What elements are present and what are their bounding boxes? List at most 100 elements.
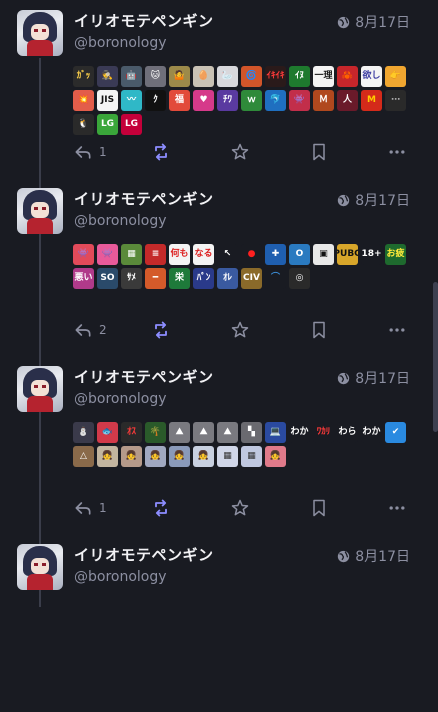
- date-label: 8月17日: [355, 549, 410, 565]
- custom-emoji: CIV: [241, 268, 262, 289]
- custom-emoji: 栄: [169, 268, 190, 289]
- custom-emoji: ▣: [313, 244, 334, 265]
- status-post[interactable]: イリオモテペンギン @boronology 8月17日 ｶﾞｯ 🕵 🤖 🐱 🤷 🥚 🦢 🌀 ｲｷ…: [0, 0, 438, 178]
- avatar[interactable]: [17, 366, 63, 412]
- post-timestamp[interactable]: 8月17日: [337, 368, 410, 388]
- action-bar: 1: [73, 140, 413, 164]
- account-handle[interactable]: @boronology: [74, 391, 167, 407]
- boost-button[interactable]: [151, 140, 171, 164]
- custom-emoji: ⛄: [73, 422, 94, 443]
- custom-emoji: 🤖: [121, 66, 142, 87]
- custom-emoji: 👧: [97, 446, 118, 467]
- custom-emoji: SO: [97, 268, 118, 289]
- custom-emoji: ｲｷｲｷ: [265, 66, 286, 87]
- custom-emoji: 👾: [97, 244, 118, 265]
- custom-emoji: 🦀: [337, 66, 358, 87]
- custom-emoji: ﾁﾜ: [217, 90, 238, 111]
- reply-button[interactable]: 1: [73, 140, 107, 164]
- boost-icon: [155, 321, 167, 339]
- custom-emoji: ♥: [193, 90, 214, 111]
- custom-emoji: わか: [361, 422, 382, 443]
- globe-icon: [338, 550, 350, 562]
- more-button[interactable]: [387, 496, 407, 520]
- post-timestamp[interactable]: 8月17日: [337, 546, 410, 566]
- display-name[interactable]: イリオモテペンギン: [74, 188, 214, 209]
- custom-emoji: 👧: [121, 446, 142, 467]
- avatar[interactable]: [17, 10, 63, 56]
- account-handle[interactable]: @boronology: [74, 569, 167, 585]
- custom-emoji: ◎: [289, 268, 310, 289]
- more-icon: [389, 506, 405, 510]
- star-icon: [231, 321, 249, 338]
- custom-emoji: M: [361, 90, 382, 111]
- star-icon: [231, 143, 249, 160]
- bookmark-button[interactable]: [309, 496, 329, 520]
- bookmark-button[interactable]: [309, 140, 329, 164]
- custom-emoji: 👧: [193, 446, 214, 467]
- custom-emoji: ▚: [241, 422, 262, 443]
- more-icon: [389, 150, 405, 154]
- custom-emoji: ｲﾇ: [289, 66, 310, 87]
- status-post[interactable]: イリオモテペンギン @boronology 8月17日 ⛄ 🐟 ｵｽ 🌴 ⛰ ⛰ ⛰ ▚ 💻 わか…: [0, 356, 438, 534]
- display-name[interactable]: イリオモテペンギン: [74, 544, 214, 565]
- display-name[interactable]: イリオモテペンギン: [74, 10, 214, 31]
- favourite-button[interactable]: [230, 496, 250, 520]
- custom-emoji: ↖: [217, 244, 238, 265]
- status-post[interactable]: イリオモテペンギン @boronology 8月17日: [0, 534, 438, 712]
- account-handle[interactable]: @boronology: [74, 35, 167, 51]
- more-button[interactable]: [387, 140, 407, 164]
- custom-emoji: LG: [121, 114, 142, 135]
- custom-emoji: 👉: [385, 66, 406, 87]
- custom-emoji: ✔: [385, 422, 406, 443]
- custom-emoji: ｵﾚ: [217, 268, 238, 289]
- favourite-button[interactable]: [230, 318, 250, 342]
- custom-emoji: 欲し: [361, 66, 382, 87]
- custom-emoji: ━: [145, 268, 166, 289]
- custom-emoji: JIS: [97, 90, 118, 111]
- custom-emoji: 🐬: [265, 90, 286, 111]
- custom-emoji: わら: [337, 422, 358, 443]
- custom-emoji: 悪い: [73, 268, 94, 289]
- reply-button[interactable]: 2: [73, 318, 107, 342]
- custom-emoji: お疲: [385, 244, 406, 265]
- custom-emoji: ⛰: [193, 422, 214, 443]
- custom-emoji: 💥: [73, 90, 94, 111]
- custom-emoji: 〰: [121, 90, 142, 111]
- custom-emoji-list: ⛄ 🐟 ｵｽ 🌴 ⛰ ⛰ ⛰ ▚ 💻 わか ﾜｶﾘ わら わか ✔ △ 👧 👧 👧 👧 👧 ▦ ▦ 👧: [73, 422, 408, 467]
- custom-emoji: ⛰: [169, 422, 190, 443]
- favourite-button[interactable]: [230, 140, 250, 164]
- avatar[interactable]: [17, 188, 63, 234]
- account-handle[interactable]: @boronology: [74, 213, 167, 229]
- custom-emoji: 福: [169, 90, 190, 111]
- custom-emoji: ▦: [217, 446, 238, 467]
- action-bar: 1: [73, 496, 413, 520]
- avatar[interactable]: [17, 544, 63, 590]
- action-bar: 2: [73, 318, 413, 342]
- custom-emoji: 🌀: [241, 66, 262, 87]
- custom-emoji: 👾: [289, 90, 310, 111]
- reply-button[interactable]: 1: [73, 496, 107, 520]
- display-name[interactable]: イリオモテペンギン: [74, 366, 214, 387]
- boost-button[interactable]: [151, 318, 171, 342]
- custom-emoji: 👧: [169, 446, 190, 467]
- custom-emoji: ﾊﾟﾝ: [193, 268, 214, 289]
- custom-emoji: O: [289, 244, 310, 265]
- custom-emoji: LG: [97, 114, 118, 135]
- status-post[interactable]: イリオモテペンギン @boronology 8月17日 👾 👾 ▦ ≡ 何も なる ↖ ● ✚ O…: [0, 178, 438, 356]
- custom-emoji: 何も: [169, 244, 190, 265]
- boost-button[interactable]: [151, 496, 171, 520]
- custom-emoji: ⛰: [217, 422, 238, 443]
- custom-emoji: ｸ: [145, 90, 166, 111]
- custom-emoji: 🌴: [145, 422, 166, 443]
- bookmark-button[interactable]: [309, 318, 329, 342]
- custom-emoji: ｵｽ: [121, 422, 142, 443]
- custom-emoji: ✚: [265, 244, 286, 265]
- reply-icon: [75, 502, 91, 515]
- custom-emoji: 🕵: [97, 66, 118, 87]
- post-timestamp[interactable]: 8月17日: [337, 12, 410, 32]
- date-label: 8月17日: [355, 371, 410, 387]
- more-button[interactable]: [387, 318, 407, 342]
- custom-emoji-list: 👾👾▦≡何もなる↖●✚O▣PUBG18+お疲悪いSOｻﾒ━栄ﾊﾟﾝｵﾚCIV⌒◎: [73, 244, 408, 289]
- post-timestamp[interactable]: 8月17日: [337, 190, 410, 210]
- custom-emoji: ﾜｶﾘ: [313, 422, 334, 443]
